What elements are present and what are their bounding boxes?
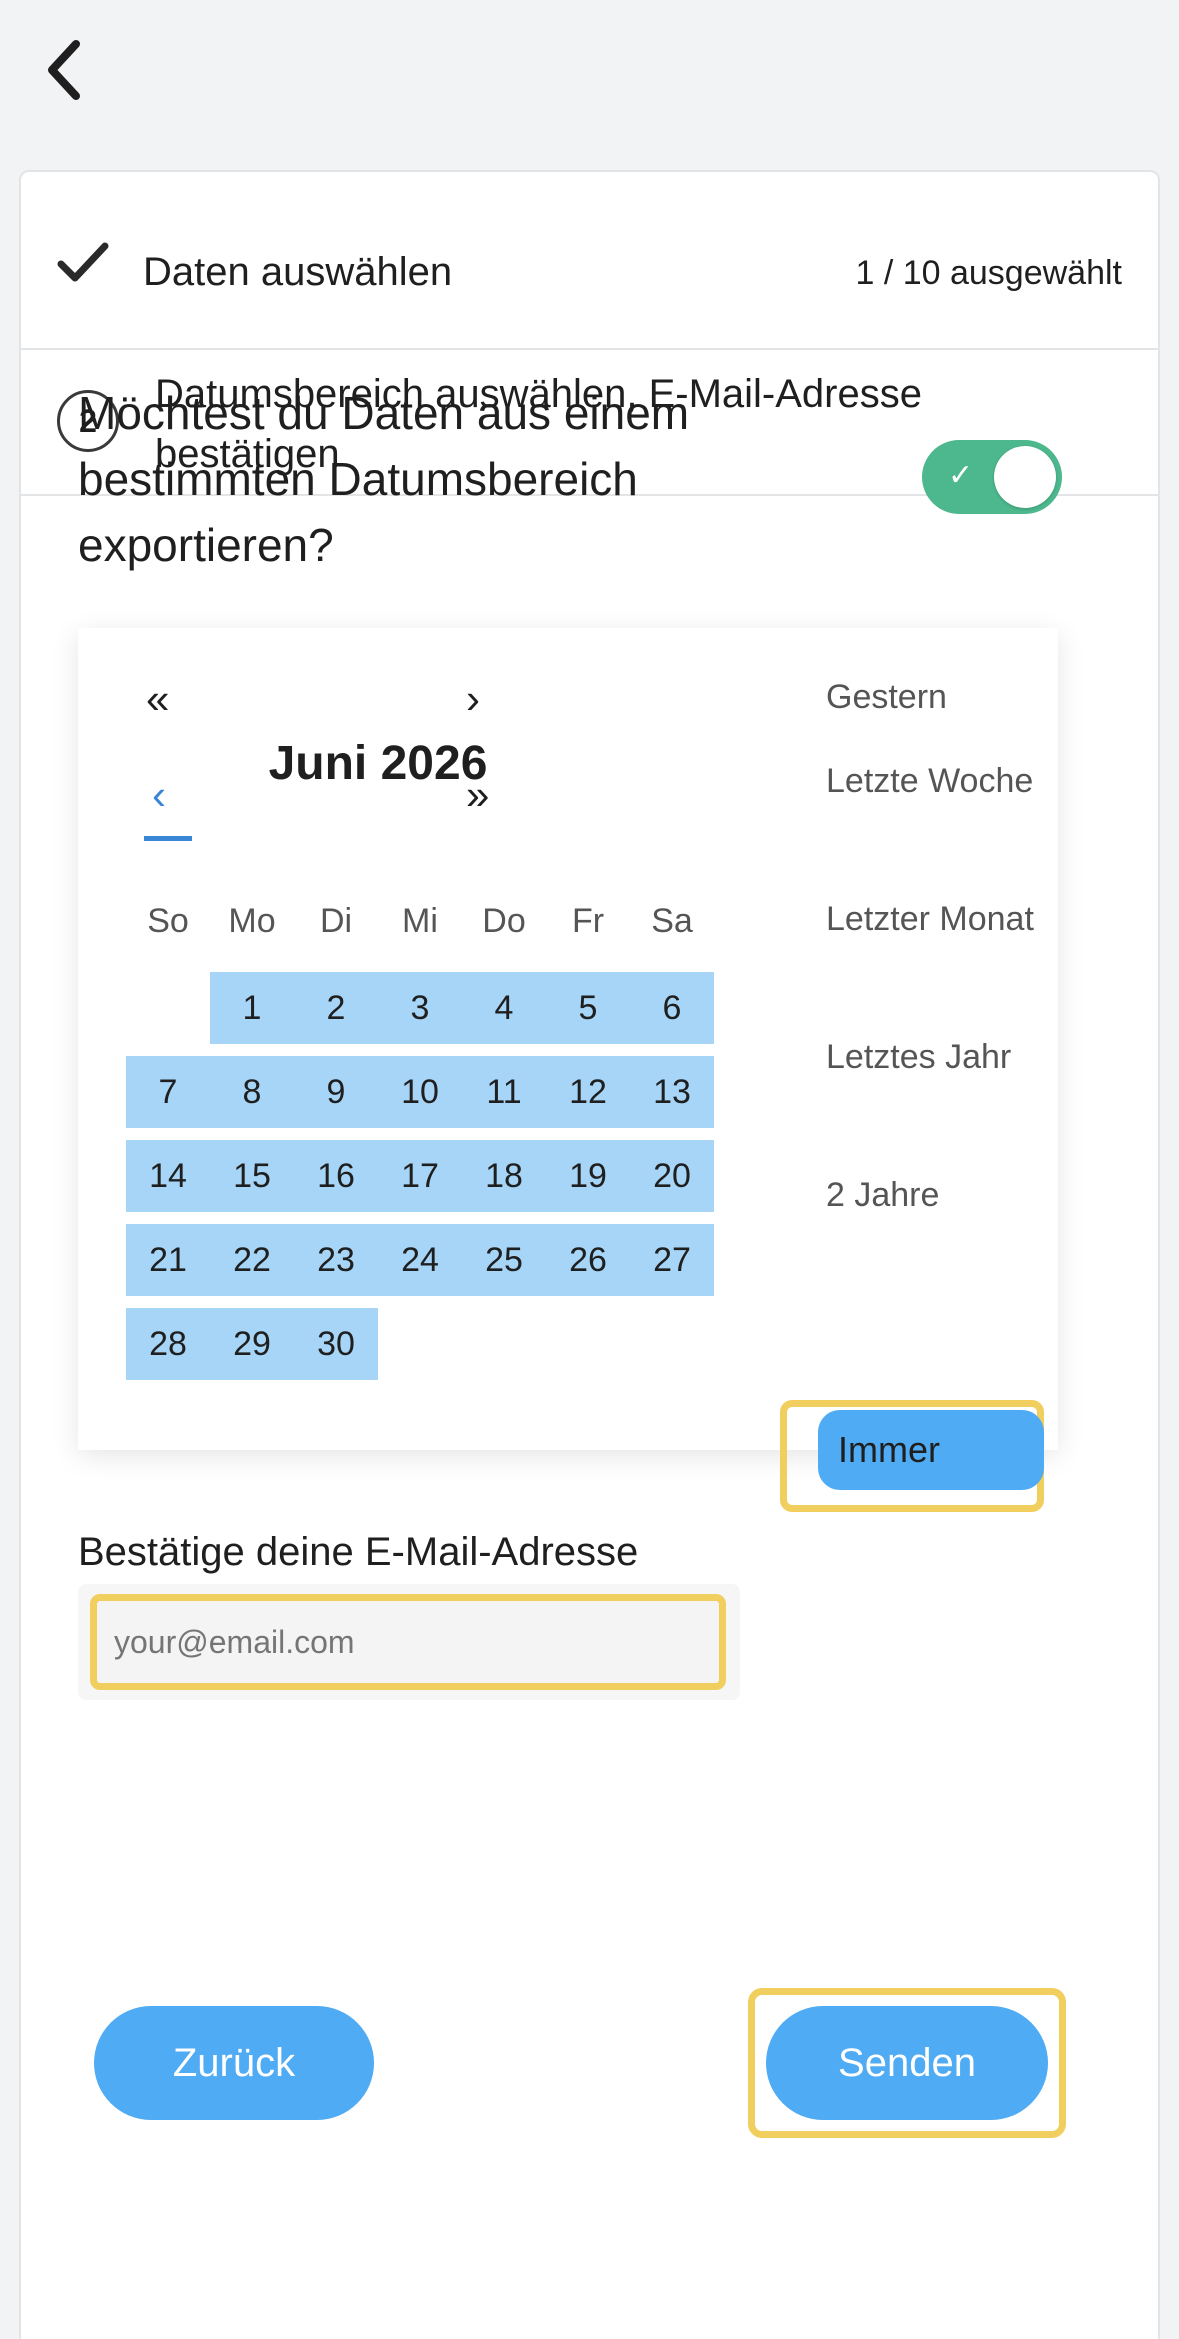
calendar-day[interactable]: 15	[210, 1140, 294, 1212]
day-grid: 1 2 3 4 5 6 7 8 9 10 11 12 13 14 15 16 17 18 19 20 21 22 23 24 2…	[126, 972, 716, 1384]
calendar-day[interactable]: 6	[630, 972, 714, 1044]
back-arrow-icon[interactable]	[40, 38, 90, 102]
calendar-day[interactable]: 23	[294, 1224, 378, 1296]
calendar-day[interactable]: 27	[630, 1224, 714, 1296]
calendar-day[interactable]: 5	[546, 972, 630, 1044]
calendar-day[interactable]: 14	[126, 1140, 210, 1212]
calendar-day[interactable]: 20	[630, 1140, 714, 1212]
calendar-day[interactable]: 16	[294, 1140, 378, 1212]
weekday-label: Fr	[571, 902, 605, 940]
calendar-day[interactable]: 18	[462, 1140, 546, 1212]
calendar-day[interactable]: 10	[378, 1056, 462, 1128]
top-bar	[0, 0, 1179, 152]
preset-option[interactable]: Letzte Woche	[826, 754, 1046, 808]
date-range-question: Möchtest du Daten aus einem bestimmten D…	[78, 387, 690, 571]
preset-option[interactable]: Gestern	[826, 670, 1046, 724]
preset-immer-button[interactable]: Immer	[818, 1410, 1044, 1490]
calendar-day[interactable]: 1	[210, 972, 294, 1044]
calendar-day[interactable]: 25	[462, 1224, 546, 1296]
step-1-title: Daten auswählen	[143, 250, 453, 294]
calendar-day[interactable]: 21	[126, 1224, 210, 1296]
email-label: Bestätige deine E-Mail-Adresse	[78, 1530, 639, 1574]
check-icon	[57, 242, 109, 282]
next-year-icon[interactable]: »	[466, 774, 489, 816]
weekday-label: Sa	[651, 902, 693, 940]
weekday-label: Mo	[228, 902, 276, 940]
date-range-toggle[interactable]: ✓	[922, 440, 1062, 514]
calendar-day[interactable]: 4	[462, 972, 546, 1044]
calendar-day[interactable]: 30	[294, 1308, 378, 1380]
calendar-day[interactable]: 9	[294, 1056, 378, 1128]
weekday-label: Do	[482, 902, 526, 940]
toggle-check-icon: ✓	[948, 459, 974, 492]
month-label: Juni 2026	[268, 737, 488, 790]
date-range-picker: « › Juni 2026 ‹ » So Mo Di Mi Do Fr Sa 1234567…	[78, 628, 1058, 1512]
toggle-knob	[994, 446, 1056, 508]
preset-option[interactable]: Letztes Jahr	[826, 1030, 1046, 1084]
weekday-label: Mi	[402, 902, 438, 940]
calendar-day[interactable]: 11	[462, 1056, 546, 1128]
send-button[interactable]: Senden	[766, 2006, 1048, 2120]
selected-count: 1 / 10 ausgewählt	[855, 254, 1122, 292]
prev-month-icon[interactable]: ‹	[152, 774, 166, 816]
calendar-day[interactable]: 12	[546, 1056, 630, 1128]
next-month-icon[interactable]: ›	[466, 678, 480, 720]
calendar-day[interactable]: 3	[378, 972, 462, 1044]
preset-option[interactable]: 2 Jahre	[826, 1168, 1046, 1222]
step-select-data[interactable]: Daten auswählen 1 / 10 ausgewählt	[21, 172, 1158, 350]
back-button[interactable]: Zurück	[94, 2006, 374, 2120]
preset-option[interactable]: Letzter Monat	[826, 892, 1046, 946]
weekday-label: So	[147, 902, 189, 940]
weekday-label: Di	[319, 902, 353, 940]
email-input[interactable]	[100, 1604, 716, 1680]
calendar-day[interactable]: 13	[630, 1056, 714, 1128]
prev-year-icon[interactable]: «	[146, 678, 169, 720]
calendar-day[interactable]: 2	[294, 972, 378, 1044]
calendar-day[interactable]: 17	[378, 1140, 462, 1212]
calendar-day[interactable]: 24	[378, 1224, 462, 1296]
calendar-day[interactable]: 28	[126, 1308, 210, 1380]
prev-month-underline	[144, 836, 192, 841]
calendar-day[interactable]: 29	[210, 1308, 294, 1380]
calendar-day[interactable]: 22	[210, 1224, 294, 1296]
calendar-day[interactable]: 19	[546, 1140, 630, 1212]
calendar-day[interactable]: 7	[126, 1056, 210, 1128]
calendar-day[interactable]: 26	[546, 1224, 630, 1296]
calendar-day[interactable]: 8	[210, 1056, 294, 1128]
